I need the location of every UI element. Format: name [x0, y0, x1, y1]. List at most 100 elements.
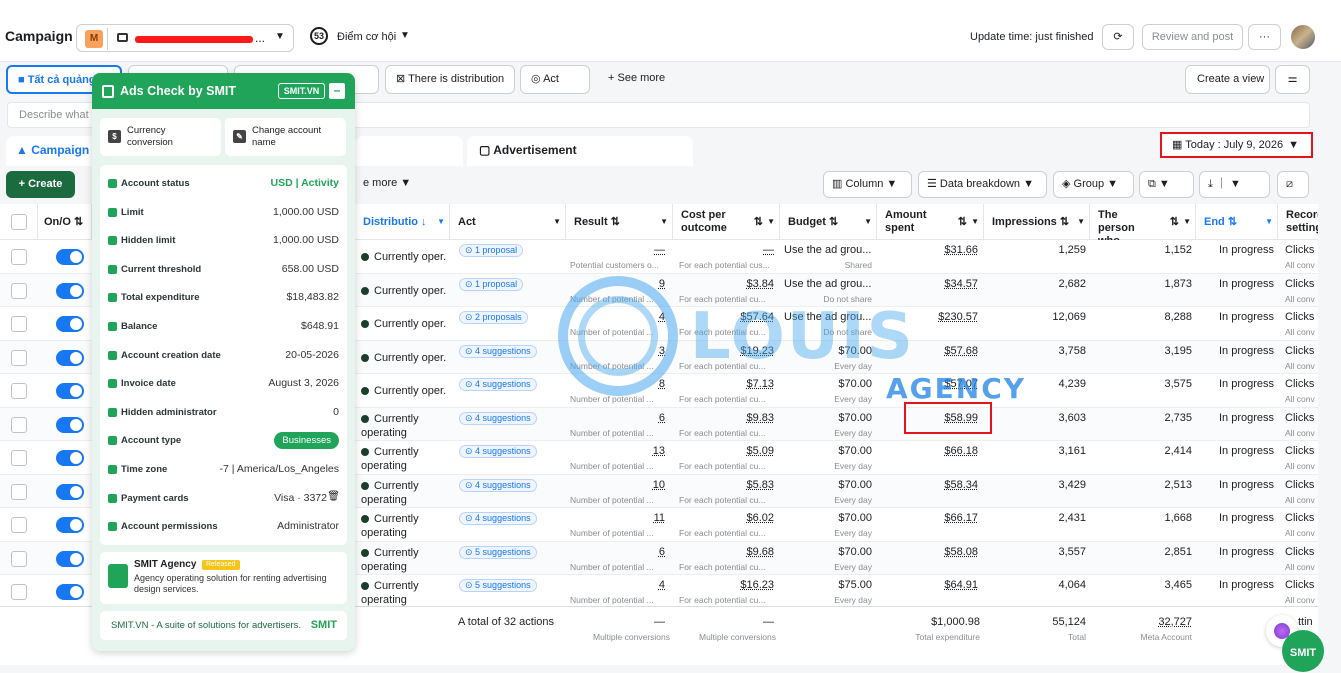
tab-advertisement[interactable]: ▢ Advertisement: [467, 136, 693, 166]
see-more-button[interactable]: + See more: [598, 65, 688, 94]
trash-icon[interactable]: 🗑: [327, 491, 340, 502]
act-suggestion-badge[interactable]: ⊙ 4 suggestions: [459, 344, 537, 358]
amount-spent-value[interactable]: $58.34: [880, 479, 978, 491]
result-value[interactable]: 6: [566, 412, 665, 424]
currency-conversion-button[interactable]: $ Currency conversion: [100, 118, 221, 156]
data-breakdown-button[interactable]: ☰ Data breakdown ▼: [918, 171, 1047, 198]
budget-value[interactable]: $70.00: [784, 412, 872, 424]
cost-value[interactable]: $7.13: [673, 378, 774, 390]
result-value[interactable]: 13: [566, 445, 665, 457]
act-suggestion-badge[interactable]: ⊙ 1 proposal: [459, 244, 524, 257]
row-checkbox[interactable]: [11, 483, 27, 500]
budget-value[interactable]: $70.00: [784, 546, 872, 558]
budget-value[interactable]: Use the ad grou...: [784, 278, 872, 290]
result-value[interactable]: 6: [566, 546, 665, 558]
smit-badge[interactable]: SMIT.VN: [278, 83, 325, 99]
tab-act[interactable]: ◎ Act: [520, 65, 590, 94]
act-suggestion-badge[interactable]: ⊙ 4 suggestions: [459, 478, 537, 492]
row-checkbox[interactable]: [11, 282, 27, 299]
header-onoff[interactable]: On/O ⇅: [38, 204, 92, 240]
budget-value[interactable]: $75.00: [784, 579, 872, 591]
result-value[interactable]: 11: [566, 512, 665, 524]
cost-value[interactable]: $9.68: [673, 546, 774, 558]
budget-value[interactable]: $70.00: [784, 479, 872, 491]
act-suggestion-badge[interactable]: ⊙ 1 proposal: [459, 277, 524, 291]
on-off-toggle[interactable]: [56, 383, 84, 399]
export-button[interactable]: ⤓ ｜ ▼: [1199, 171, 1270, 198]
cost-value[interactable]: $5.09: [673, 445, 774, 457]
amount-spent-value[interactable]: $58.08: [880, 546, 978, 558]
cost-value[interactable]: —: [673, 244, 774, 256]
see-more-toolbar[interactable]: e more ▼: [355, 171, 415, 198]
minimize-button[interactable]: –: [329, 83, 345, 99]
row-checkbox[interactable]: [11, 249, 27, 265]
smit-agency-card[interactable]: SMIT Agency Released Agency operating so…: [100, 552, 347, 604]
change-account-name-button[interactable]: ✎ Change account name: [225, 118, 346, 156]
tab-ad-groups[interactable]: [355, 136, 463, 166]
cost-value[interactable]: $16.23: [673, 579, 774, 591]
on-off-toggle[interactable]: [56, 416, 84, 433]
on-off-toggle[interactable]: [56, 282, 84, 299]
amount-spent-value[interactable]: $31.66: [880, 244, 978, 256]
tab-campaign[interactable]: ▲ Campaign: [6, 136, 96, 166]
header-distribution[interactable]: Distributio ↓ ▼: [355, 204, 450, 240]
row-checkbox[interactable]: [11, 550, 27, 567]
on-off-toggle[interactable]: [56, 517, 84, 533]
chart-icon[interactable]: ⧄: [1277, 171, 1309, 198]
on-off-toggle[interactable]: [56, 349, 84, 366]
account-selector[interactable]: M ... ▼: [76, 24, 294, 52]
group-button[interactable]: ◈ Group ▼: [1053, 171, 1134, 198]
act-suggestion-badge[interactable]: ⊙ 4 suggestions: [459, 378, 537, 391]
cost-value[interactable]: $9.83: [673, 412, 774, 424]
header-result[interactable]: Result ⇅ ▼: [566, 204, 673, 240]
row-checkbox[interactable]: [11, 316, 27, 332]
cost-value[interactable]: $5.83: [673, 479, 774, 491]
on-off-toggle[interactable]: [56, 450, 84, 466]
row-checkbox[interactable]: [11, 349, 27, 366]
tab-distribution[interactable]: ⊠ There is distribution: [385, 65, 515, 94]
act-suggestion-badge[interactable]: ⊙ 4 suggestions: [459, 445, 537, 458]
cost-value[interactable]: $6.02: [673, 512, 774, 524]
act-suggestion-badge[interactable]: ⊙ 4 suggestions: [459, 411, 537, 425]
settings-icon[interactable]: ⚌: [1275, 65, 1310, 94]
opportunity-score-label[interactable]: Điểm cơ hội: [337, 31, 396, 43]
act-suggestion-badge[interactable]: ⊙ 4 suggestions: [459, 512, 537, 525]
avatar[interactable]: [1291, 25, 1315, 49]
row-checkbox[interactable]: [11, 517, 27, 533]
header-cost-per-outcome[interactable]: Cost per outcome ⇅ ▼: [673, 204, 780, 240]
budget-value[interactable]: $70.00: [784, 378, 872, 390]
chevron-down-icon[interactable]: ▼: [400, 30, 410, 41]
header-budget[interactable]: Budget ⇅ ▼: [780, 204, 877, 240]
budget-value[interactable]: Use the ad grou...: [784, 244, 872, 256]
result-value[interactable]: —: [566, 244, 665, 256]
header-impressions[interactable]: Impressions ⇅ ▼: [984, 204, 1090, 240]
create-button[interactable]: + Create: [6, 171, 75, 198]
act-suggestion-badge[interactable]: ⊙ 5 suggestions: [459, 579, 537, 592]
smit-fab-button[interactable]: SMIT: [1282, 630, 1324, 672]
header-person[interactable]: The person who...⇅▼: [1090, 204, 1196, 247]
on-off-toggle[interactable]: [56, 550, 84, 567]
header-end[interactable]: End ⇅ ▼: [1196, 204, 1278, 240]
date-range-picker[interactable]: ▦ Today : July 9, 2026 ▼: [1160, 132, 1313, 158]
amount-spent-value[interactable]: $34.57: [880, 278, 978, 290]
refresh-button[interactable]: ⟳: [1102, 24, 1134, 50]
panel-footer[interactable]: SMIT.VN - A suite of solutions for adver…: [100, 611, 347, 640]
more-options-button[interactable]: ···: [1248, 24, 1281, 50]
on-off-toggle[interactable]: [56, 249, 84, 265]
result-value[interactable]: 10: [566, 479, 665, 491]
select-all-checkbox[interactable]: [11, 214, 27, 230]
amount-spent-value[interactable]: $64.91: [880, 579, 978, 591]
row-checkbox[interactable]: [11, 383, 27, 399]
on-off-toggle[interactable]: [56, 584, 84, 600]
act-suggestion-badge[interactable]: ⊙ 5 suggestions: [459, 545, 537, 559]
review-and-post-button[interactable]: Review and post: [1142, 24, 1243, 50]
row-checkbox[interactable]: [11, 450, 27, 466]
act-suggestion-badge[interactable]: ⊙ 2 proposals: [459, 311, 528, 324]
column-button[interactable]: ▥ Column ▼: [823, 171, 912, 198]
budget-value[interactable]: $70.00: [784, 445, 872, 457]
create-view-button[interactable]: Create a view: [1185, 65, 1270, 94]
amount-spent-value[interactable]: $66.17: [880, 512, 978, 524]
copy-button[interactable]: ⧉ ▼: [1139, 171, 1194, 198]
on-off-toggle[interactable]: [56, 483, 84, 500]
opportunity-score[interactable]: 53: [310, 27, 328, 45]
